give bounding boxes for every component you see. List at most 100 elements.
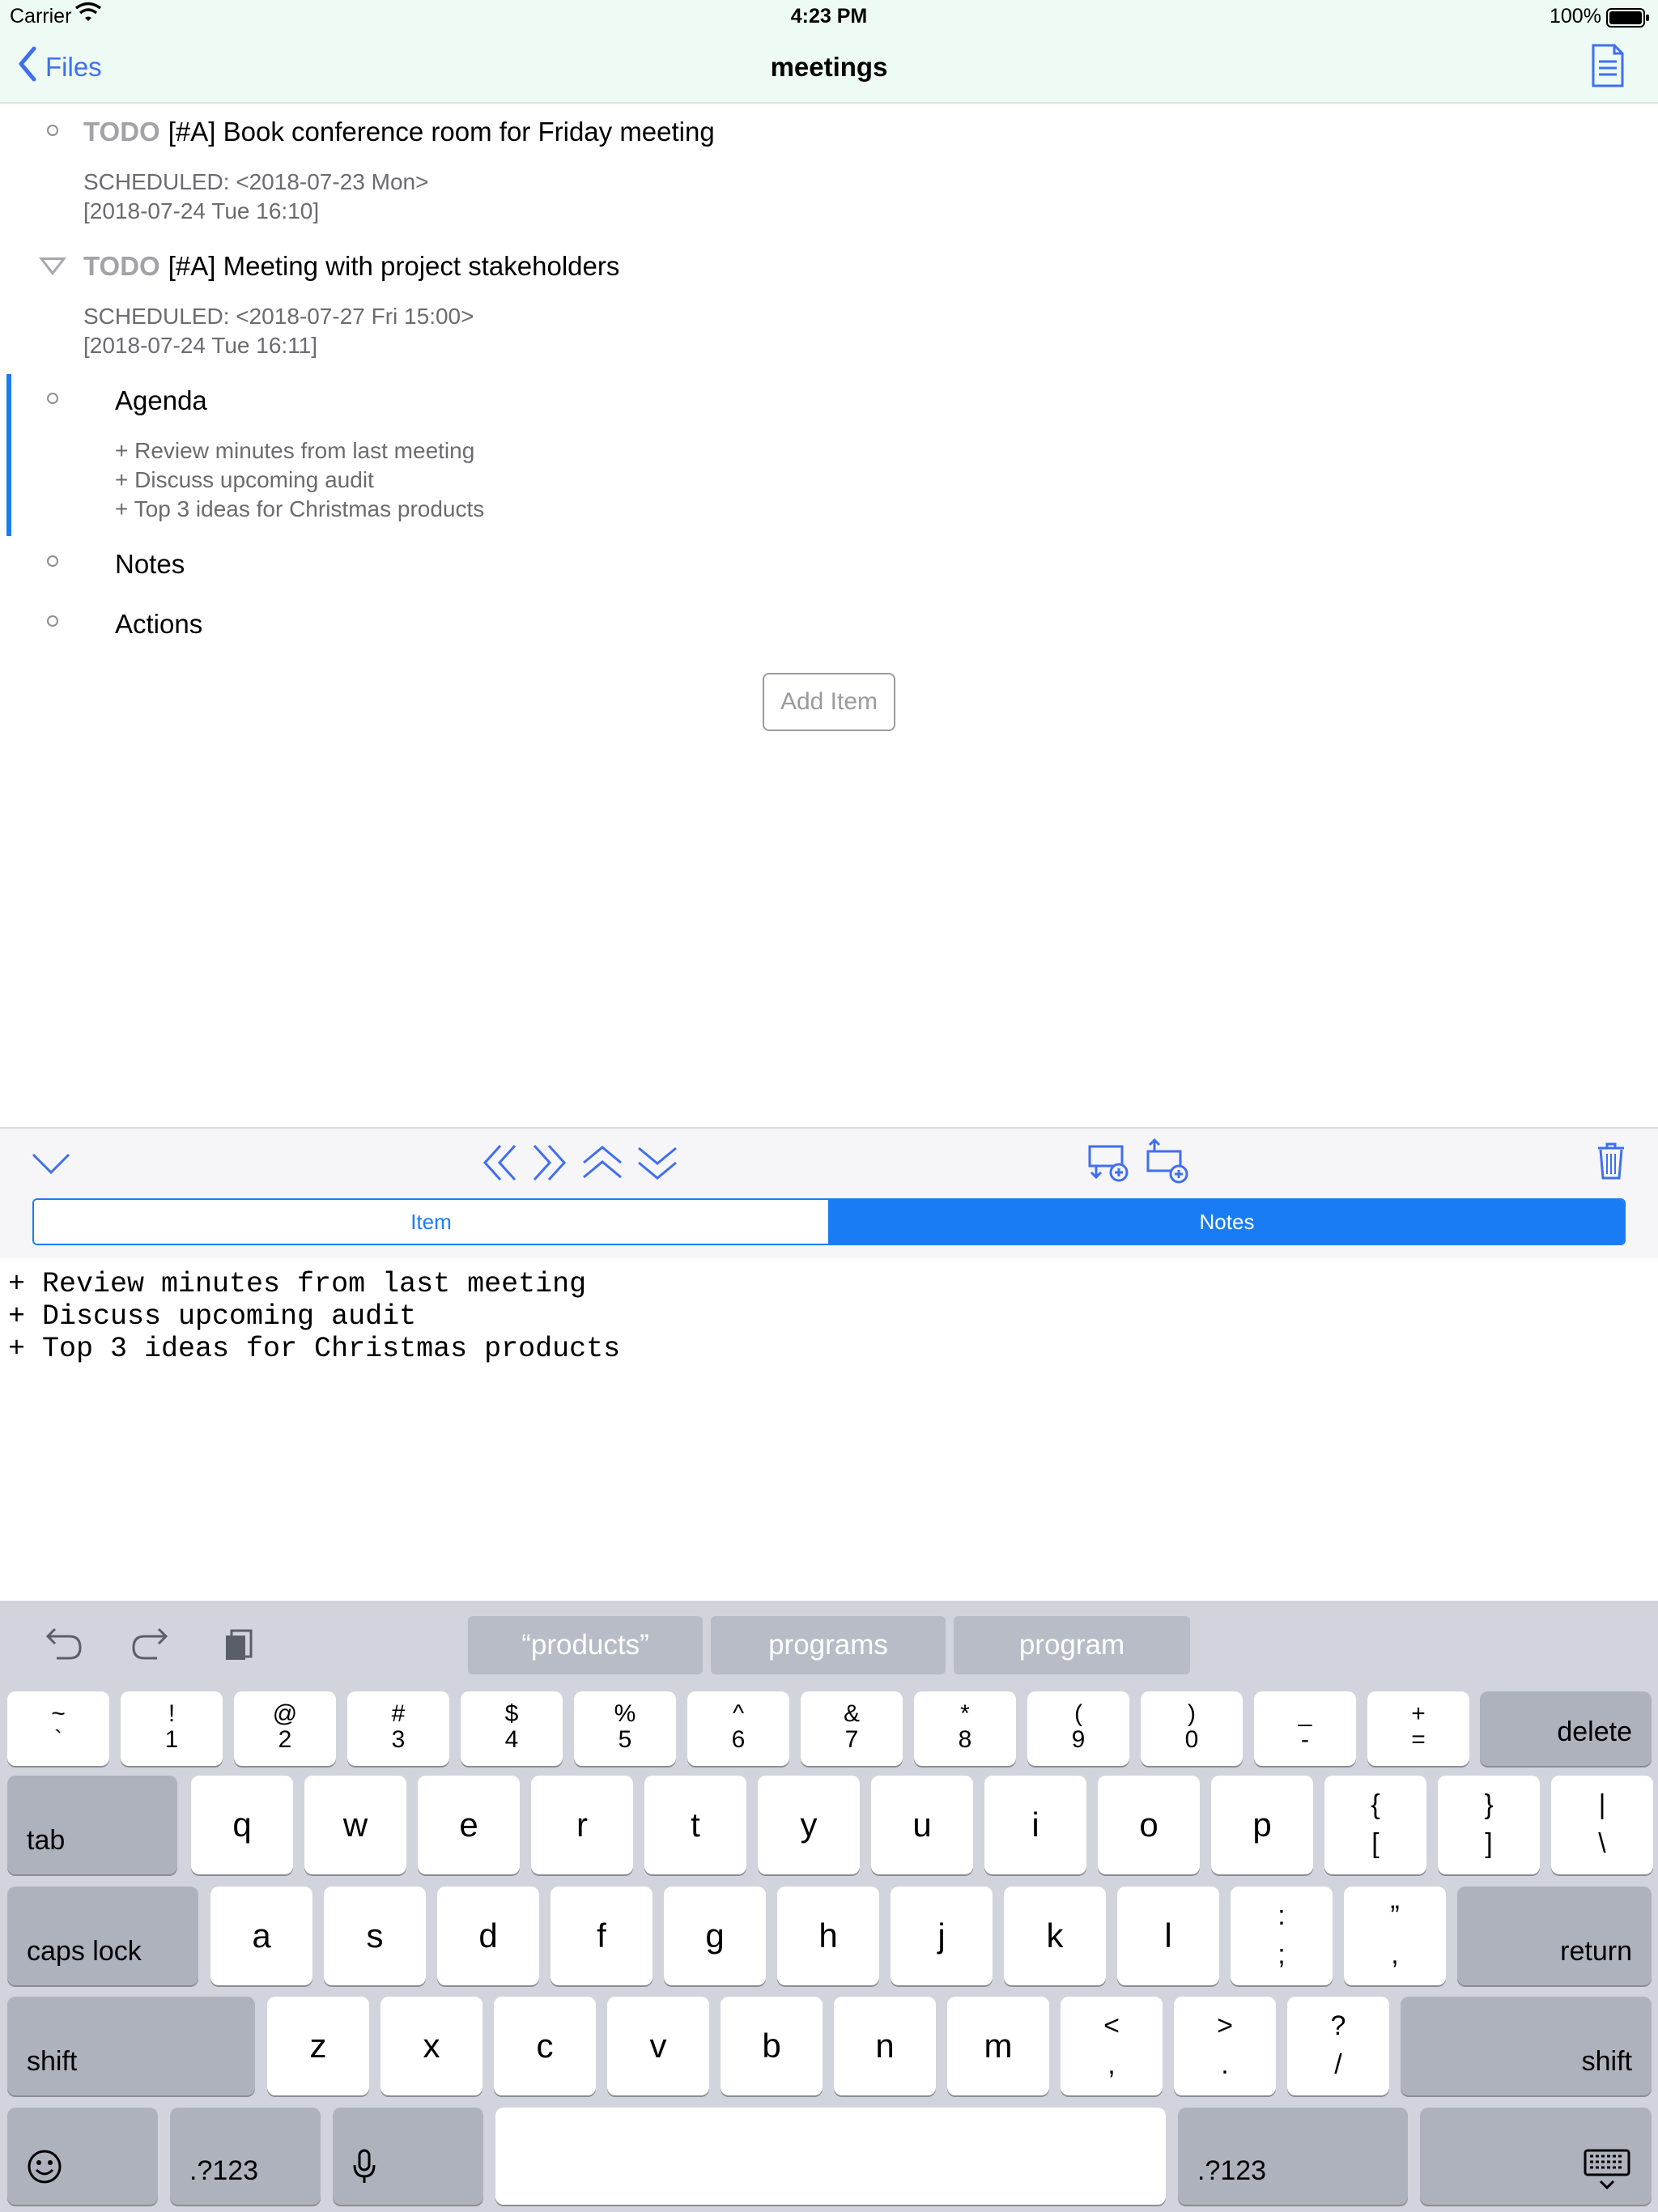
key-s[interactable]: s [324, 1887, 426, 1985]
key-label: , [1107, 2049, 1116, 2080]
key-d[interactable]: d [437, 1887, 539, 1985]
key-shift-label: # [391, 1700, 406, 1727]
bullet-icon[interactable] [47, 615, 58, 627]
redo-icon[interactable] [131, 1626, 168, 1665]
key-f[interactable]: f [551, 1887, 653, 1985]
key-3[interactable]: #3 [347, 1691, 449, 1766]
tab-item[interactable]: Item [34, 1200, 830, 1244]
tab-key[interactable]: tab [7, 1776, 177, 1874]
shift-right-key[interactable]: shift [1401, 1997, 1652, 2095]
add-item-button[interactable]: Add Item [763, 673, 895, 731]
add-sibling-item-icon[interactable] [1145, 1138, 1190, 1185]
outline-item-heading[interactable]: TODO [#A] Book conference room for Friday… [83, 117, 715, 147]
caps-lock-key[interactable]: caps lock [7, 1887, 198, 1985]
key-5[interactable]: % 5 [574, 1691, 676, 1766]
key-comma[interactable]: <, [1061, 1997, 1163, 2095]
suggestion-1[interactable]: “products” [468, 1616, 703, 1674]
move-up-icon[interactable] [581, 1145, 623, 1180]
key-q[interactable]: q [191, 1776, 293, 1874]
notes-text-area[interactable]: + Review minutes from last meeting + Dis… [8, 1268, 1650, 1592]
key-8[interactable]: * 8 [914, 1691, 1016, 1766]
trash-icon[interactable] [1596, 1142, 1626, 1180]
key-x[interactable]: x [380, 1997, 483, 2095]
bullet-icon[interactable] [47, 555, 58, 567]
suggestion-3[interactable]: program [954, 1616, 1190, 1674]
key-k[interactable]: k [1004, 1887, 1106, 1985]
key-e[interactable]: e [418, 1776, 520, 1874]
key-h[interactable]: h [777, 1887, 879, 1985]
key-0[interactable]: ) 0 [1141, 1691, 1243, 1766]
key-[[interactable]: {[ [1324, 1776, 1426, 1874]
emoji-key[interactable] [7, 2108, 158, 2205]
key-i[interactable]: i [984, 1776, 1086, 1874]
outline-item-agenda[interactable]: Agenda [115, 385, 207, 416]
outline-item-actions[interactable]: Actions [115, 609, 202, 640]
key-2[interactable]: @2 [234, 1691, 336, 1766]
delete-key[interactable]: delete [1480, 1691, 1652, 1766]
key-w[interactable]: w [304, 1776, 406, 1874]
key-label: k [1046, 1916, 1064, 1955]
key-4[interactable]: $4 [461, 1691, 563, 1766]
key-r[interactable]: r [531, 1776, 633, 1874]
move-down-icon[interactable] [636, 1145, 678, 1180]
numbers-key-right[interactable]: .?123 [1178, 2108, 1408, 2205]
key-shift-label: ^ [732, 1700, 745, 1727]
key-6[interactable]: ^ 6 [687, 1691, 789, 1766]
agenda-note-line: + Review minutes from last meeting [115, 438, 475, 463]
shift-left-key[interactable]: shift [7, 1997, 255, 2095]
key--[interactable]: _ - [1254, 1691, 1356, 1766]
key-1[interactable]: ! 1 [121, 1691, 223, 1766]
key-shift-label: ( [1074, 1700, 1082, 1727]
key-label: 2 [278, 1726, 292, 1753]
bullet-icon[interactable] [47, 393, 58, 404]
add-child-item-icon[interactable] [1088, 1142, 1130, 1182]
key-][interactable]: }] [1438, 1776, 1540, 1874]
key-n[interactable]: n [834, 1997, 936, 2095]
suggestion-2[interactable]: programs [711, 1616, 946, 1674]
key-a[interactable]: a [210, 1887, 312, 1985]
key-label: r [576, 1806, 588, 1844]
outline-item-notes[interactable]: Notes [115, 549, 185, 580]
key-b[interactable]: b [721, 1997, 823, 2095]
key-m[interactable]: m [947, 1997, 1049, 2095]
numbers-key-left[interactable]: .?123 [170, 2108, 321, 2205]
dismiss-keyboard-key[interactable] [1420, 2108, 1652, 2205]
key-`[interactable]: ~ ` [7, 1691, 109, 1766]
key-v[interactable]: v [607, 1997, 709, 2095]
key-y[interactable]: y [758, 1776, 860, 1874]
key-period[interactable]: >. [1174, 1997, 1276, 2095]
bullet-icon[interactable] [47, 125, 58, 136]
outline-item-heading[interactable]: TODO [#A] Meeting with project stakeholde… [83, 251, 619, 282]
key-shift-label: < [1103, 2010, 1120, 2041]
return-key[interactable]: return [1457, 1887, 1652, 1985]
space-key[interactable] [495, 2108, 1166, 2205]
key-l[interactable]: l [1117, 1887, 1219, 1985]
key-shift-label: { [1371, 1789, 1380, 1820]
document-icon[interactable] [1592, 44, 1624, 91]
key-c[interactable]: c [494, 1997, 596, 2095]
tab-notes[interactable]: Notes [830, 1200, 1624, 1244]
outdent-icon[interactable] [483, 1143, 518, 1182]
key-semicolon[interactable]: :; [1231, 1887, 1333, 1985]
key-j[interactable]: j [891, 1887, 993, 1985]
key-9[interactable]: (9 [1027, 1691, 1129, 1766]
key-7[interactable]: & 7 [801, 1691, 903, 1766]
disclosure-triangle-icon[interactable] [39, 257, 66, 275]
key-=[interactable]: + = [1367, 1691, 1469, 1766]
key-slash[interactable]: ? / [1287, 1997, 1389, 2095]
dictation-key[interactable] [333, 2108, 483, 2205]
key-z[interactable]: z [267, 1997, 369, 2095]
key-g[interactable]: g [664, 1887, 766, 1985]
key-quote[interactable]: ”, [1344, 1887, 1446, 1985]
battery-icon [1606, 8, 1650, 33]
key-p[interactable]: p [1211, 1776, 1313, 1874]
key-o[interactable]: o [1098, 1776, 1200, 1874]
key-u[interactable]: u [871, 1776, 973, 1874]
undo-icon[interactable] [45, 1626, 83, 1665]
indent-icon[interactable] [531, 1143, 567, 1182]
collapse-editor-icon[interactable] [31, 1151, 71, 1176]
key-t[interactable]: t [644, 1776, 746, 1874]
key-label: .?123 [189, 2155, 259, 2186]
key-\[interactable]: | \ [1551, 1776, 1653, 1874]
paste-icon[interactable] [223, 1627, 254, 1665]
